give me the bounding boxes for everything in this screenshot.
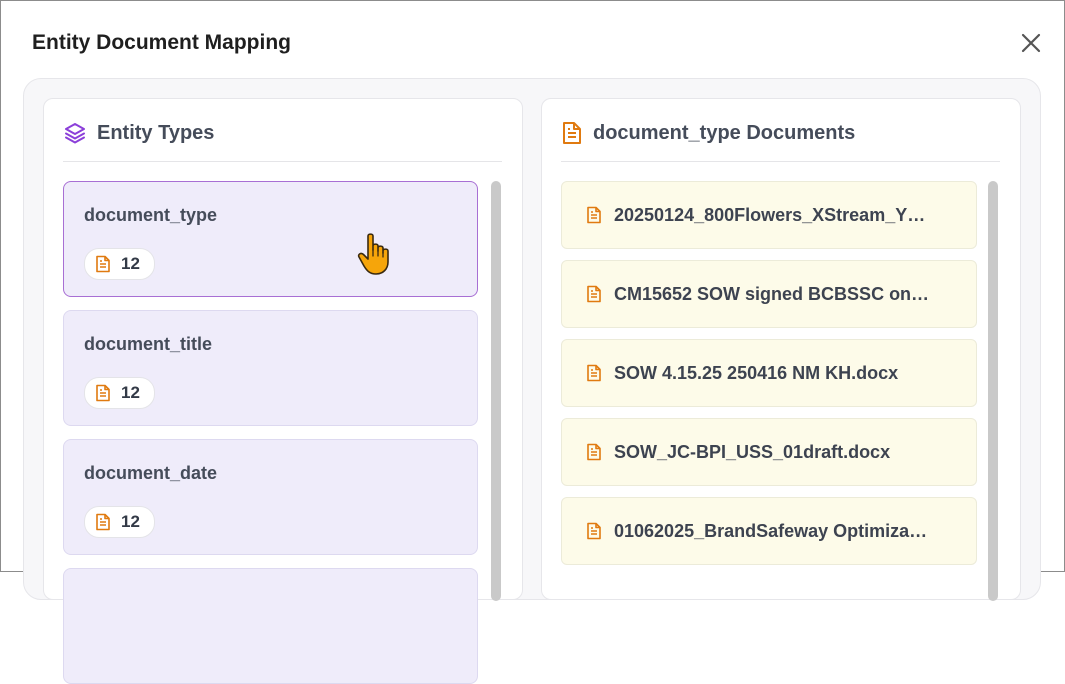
- layers-icon: [65, 123, 85, 144]
- document-name: SOW 4.15.25 250416 NM KH.docx: [614, 362, 899, 383]
- document-item[interactable]: 20250124_800Flowers_XStream_Y…: [561, 181, 977, 249]
- document-item[interactable]: CM15652 SOW signed BCBSSC on…: [561, 260, 977, 328]
- divider: [63, 161, 502, 162]
- file-icon: [587, 443, 601, 461]
- file-icon: [587, 522, 601, 540]
- file-icon: [587, 364, 601, 382]
- file-icon: [96, 384, 110, 402]
- entity-types-header: Entity Types: [63, 121, 214, 145]
- document-item[interactable]: 01062025_BrandSafeway Optimiza…: [561, 497, 977, 565]
- document-name: CM15652 SOW signed BCBSSC on…: [614, 283, 930, 304]
- document-name: SOW_JC-BPI_USS_01draft.docx: [614, 441, 891, 462]
- entity-types-title: Entity Types: [97, 121, 215, 144]
- document-count-badge: 12: [84, 248, 155, 280]
- file-icon: [587, 206, 601, 224]
- file-icon: [96, 513, 110, 531]
- entity-list-scrollbar[interactable]: [491, 181, 501, 601]
- entity-item-partial[interactable]: [63, 568, 478, 684]
- entity-name: document_date: [84, 463, 218, 483]
- entity-name: document_type: [84, 205, 218, 225]
- documents-list-scrollbar[interactable]: [988, 181, 998, 601]
- close-button[interactable]: [1019, 31, 1043, 55]
- hand-pointer-icon: [356, 232, 400, 278]
- documents-title: document_type Documents: [593, 121, 856, 144]
- document-count: 12: [121, 383, 140, 402]
- document-name: 20250124_800Flowers_XStream_Y…: [614, 204, 926, 225]
- document-count-badge: 12: [84, 506, 155, 538]
- entity-name: document_title: [84, 334, 213, 354]
- entity-types-panel: Entity Types document_type 12 document_t…: [43, 98, 523, 684]
- document-item[interactable]: SOW_JC-BPI_USS_01draft.docx: [561, 418, 977, 486]
- file-icon: [96, 255, 110, 273]
- document-item[interactable]: SOW 4.15.25 250416 NM KH.docx: [561, 339, 977, 407]
- divider: [561, 161, 1000, 162]
- file-icon: [587, 285, 601, 303]
- entity-item-document-type[interactable]: document_type 12: [63, 181, 478, 297]
- document-name: 01062025_BrandSafeway Optimiza…: [614, 520, 928, 541]
- close-icon: [1021, 33, 1041, 53]
- document-count: 12: [121, 254, 140, 273]
- document-icon: [563, 122, 581, 144]
- dialog-title: Entity Document Mapping: [32, 31, 291, 54]
- document-count: 12: [121, 512, 140, 531]
- entity-item-document-date[interactable]: document_date 12: [63, 439, 478, 555]
- document-count-badge: 12: [84, 377, 155, 409]
- documents-header: document_type Documents: [561, 121, 855, 145]
- documents-panel: document_type Documents 20250124_800Flow…: [541, 98, 1021, 601]
- entity-item-document-title[interactable]: document_title 12: [63, 310, 478, 426]
